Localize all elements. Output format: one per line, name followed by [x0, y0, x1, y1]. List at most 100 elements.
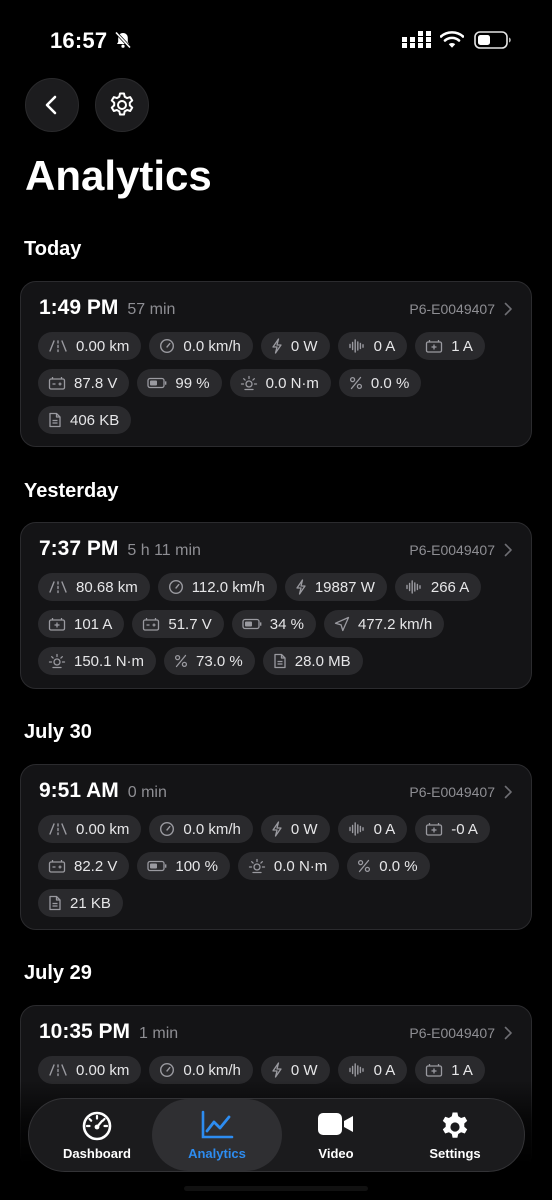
metric-chip: 0.00 km [38, 332, 142, 360]
back-button[interactable] [25, 78, 79, 132]
battery-current-icon [48, 617, 74, 631]
chevron-right-icon[interactable] [503, 543, 513, 562]
metric-value: 0 W [290, 337, 318, 355]
metric-value: 100 % [175, 857, 218, 875]
metric-value: 0.0 km/h [183, 820, 241, 838]
power-icon [271, 821, 291, 837]
speedometer-icon [159, 338, 183, 354]
session-time: 7:37 PM [39, 537, 119, 560]
metric-chip: -0 A [415, 815, 490, 843]
metric-value: 21 KB [70, 894, 111, 912]
speedometer-icon [82, 1111, 112, 1141]
tab-dashboard[interactable]: Dashboard [35, 1099, 159, 1171]
metric-chip: 100 % [137, 852, 230, 880]
metric-chip: 0.0 N·m [229, 369, 331, 397]
session-duration: 57 min [127, 301, 176, 318]
tab-bar: Dashboard Analytics Video Settings [28, 1098, 525, 1172]
metric-value: 0.0 % [379, 857, 418, 875]
metric-value: 1 A [451, 1061, 473, 1079]
cell-signal-icon [402, 31, 432, 54]
session-header: 1:49 PM 57 min [39, 296, 175, 320]
current-wave-icon [348, 339, 374, 353]
metric-value: 87.8 V [74, 374, 118, 392]
session-time: 1:49 PM [39, 296, 119, 319]
metric-value: 0.00 km [76, 337, 130, 355]
metric-value: 0.0 % [370, 374, 410, 392]
metric-value: 51.7 V [168, 615, 212, 633]
metric-value: -0 A [451, 820, 478, 838]
current-wave-icon [405, 580, 431, 594]
metric-chip: 0 W [260, 332, 330, 360]
gps-speed-icon [334, 616, 358, 632]
session-duration: 0 min [127, 784, 167, 801]
metric-chip: 406 KB [38, 406, 132, 434]
metric-value: 0.0 N·m [265, 374, 319, 392]
battery-current-icon [425, 1063, 451, 1077]
metric-chips: 0.00 km 0.0 km/h 0 W 0 A -0 A 82.2 V 100 % 0.0 … [38, 815, 518, 917]
tab-analytics[interactable]: Analytics [152, 1099, 282, 1171]
metric-chip: 82.2 V [38, 852, 130, 880]
status-time: 16:57 [50, 28, 108, 53]
tab-label: Dashboard [63, 1146, 131, 1161]
chevron-right-icon [504, 785, 512, 799]
device-id: P6-E0049407 [409, 1025, 495, 1041]
battery-voltage-icon [48, 376, 74, 390]
battery-status-icon [474, 31, 512, 54]
metric-value: 28.0 MB [294, 652, 351, 670]
current-wave-icon [348, 1063, 374, 1077]
metric-chip: 0.0 % [347, 852, 430, 880]
silent-bell-icon [114, 31, 132, 54]
metric-value: 0 A [373, 1061, 396, 1079]
current-wave-icon [348, 822, 374, 836]
metric-chip: 0 A [337, 815, 408, 843]
speedometer-icon [168, 579, 192, 595]
chevron-right-icon[interactable] [503, 1026, 513, 1045]
power-icon [271, 1062, 291, 1078]
tab-label: Settings [429, 1146, 481, 1161]
tab-label: Video [318, 1146, 354, 1161]
metric-chip: 34 % [231, 610, 316, 638]
metric-value: 0 A [373, 820, 396, 838]
session-header: 10:35 PM 1 min [39, 1020, 178, 1044]
chevron-right-icon[interactable] [503, 785, 513, 804]
metric-value: 477.2 km/h [357, 615, 433, 633]
settings-button[interactable] [95, 78, 149, 132]
power-icon [271, 338, 291, 354]
section-label: July 29 [24, 962, 92, 984]
session-card[interactable]: 9:51 AM 0 min P6-E0049407 0.00 km 0.0 km/h 0 … [20, 764, 532, 930]
tab-video[interactable]: Video [274, 1099, 398, 1171]
chevron-right-icon[interactable] [503, 302, 513, 321]
metric-value: 0 A [373, 337, 396, 355]
chevron-right-icon [504, 302, 512, 316]
metric-value: 0.00 km [76, 1061, 130, 1079]
session-card[interactable]: 7:37 PM 5 h 11 min P6-E0049407 80.68 km 112.… [20, 522, 532, 689]
session-time: 9:51 AM [39, 779, 119, 802]
metric-chip: 0 W [260, 815, 330, 843]
session-duration: 5 h 11 min [127, 542, 201, 559]
metric-value: 112.0 km/h [191, 578, 265, 596]
page-title: Analytics [25, 152, 212, 199]
tab-settings[interactable]: Settings [393, 1099, 517, 1171]
speedometer-icon [159, 1062, 183, 1078]
speedometer-icon [159, 821, 183, 837]
metric-chip: 28.0 MB [262, 647, 363, 675]
metric-chip: 19887 W [284, 573, 387, 601]
session-time: 10:35 PM [39, 1020, 131, 1043]
chart-line-icon [201, 1110, 234, 1139]
metric-value: 0 W [290, 1061, 318, 1079]
metric-chip: 0 A [337, 332, 408, 360]
session-card[interactable]: 1:49 PM 57 min P6-E0049407 0.00 km 0.0 km/h 0… [20, 281, 532, 447]
chevron-right-icon [504, 1026, 512, 1040]
metric-value: 0 W [290, 820, 318, 838]
metric-chip: 0.0 km/h [149, 332, 253, 360]
metric-value: 150.1 N·m [74, 652, 145, 670]
percent-icon [174, 654, 196, 668]
metric-chip: 266 A [394, 573, 482, 601]
distance-icon [48, 339, 76, 353]
battery-level-icon [147, 860, 175, 872]
metric-chips: 0.00 km 0.0 km/h 0 W 0 A 1 A 87.8 V 99 % 0.0 N·… [38, 332, 518, 434]
metric-chip: 0.0 % [338, 369, 422, 397]
metric-chip: 51.7 V [132, 610, 224, 638]
chevron-left-icon [45, 95, 57, 115]
file-icon [48, 895, 70, 911]
